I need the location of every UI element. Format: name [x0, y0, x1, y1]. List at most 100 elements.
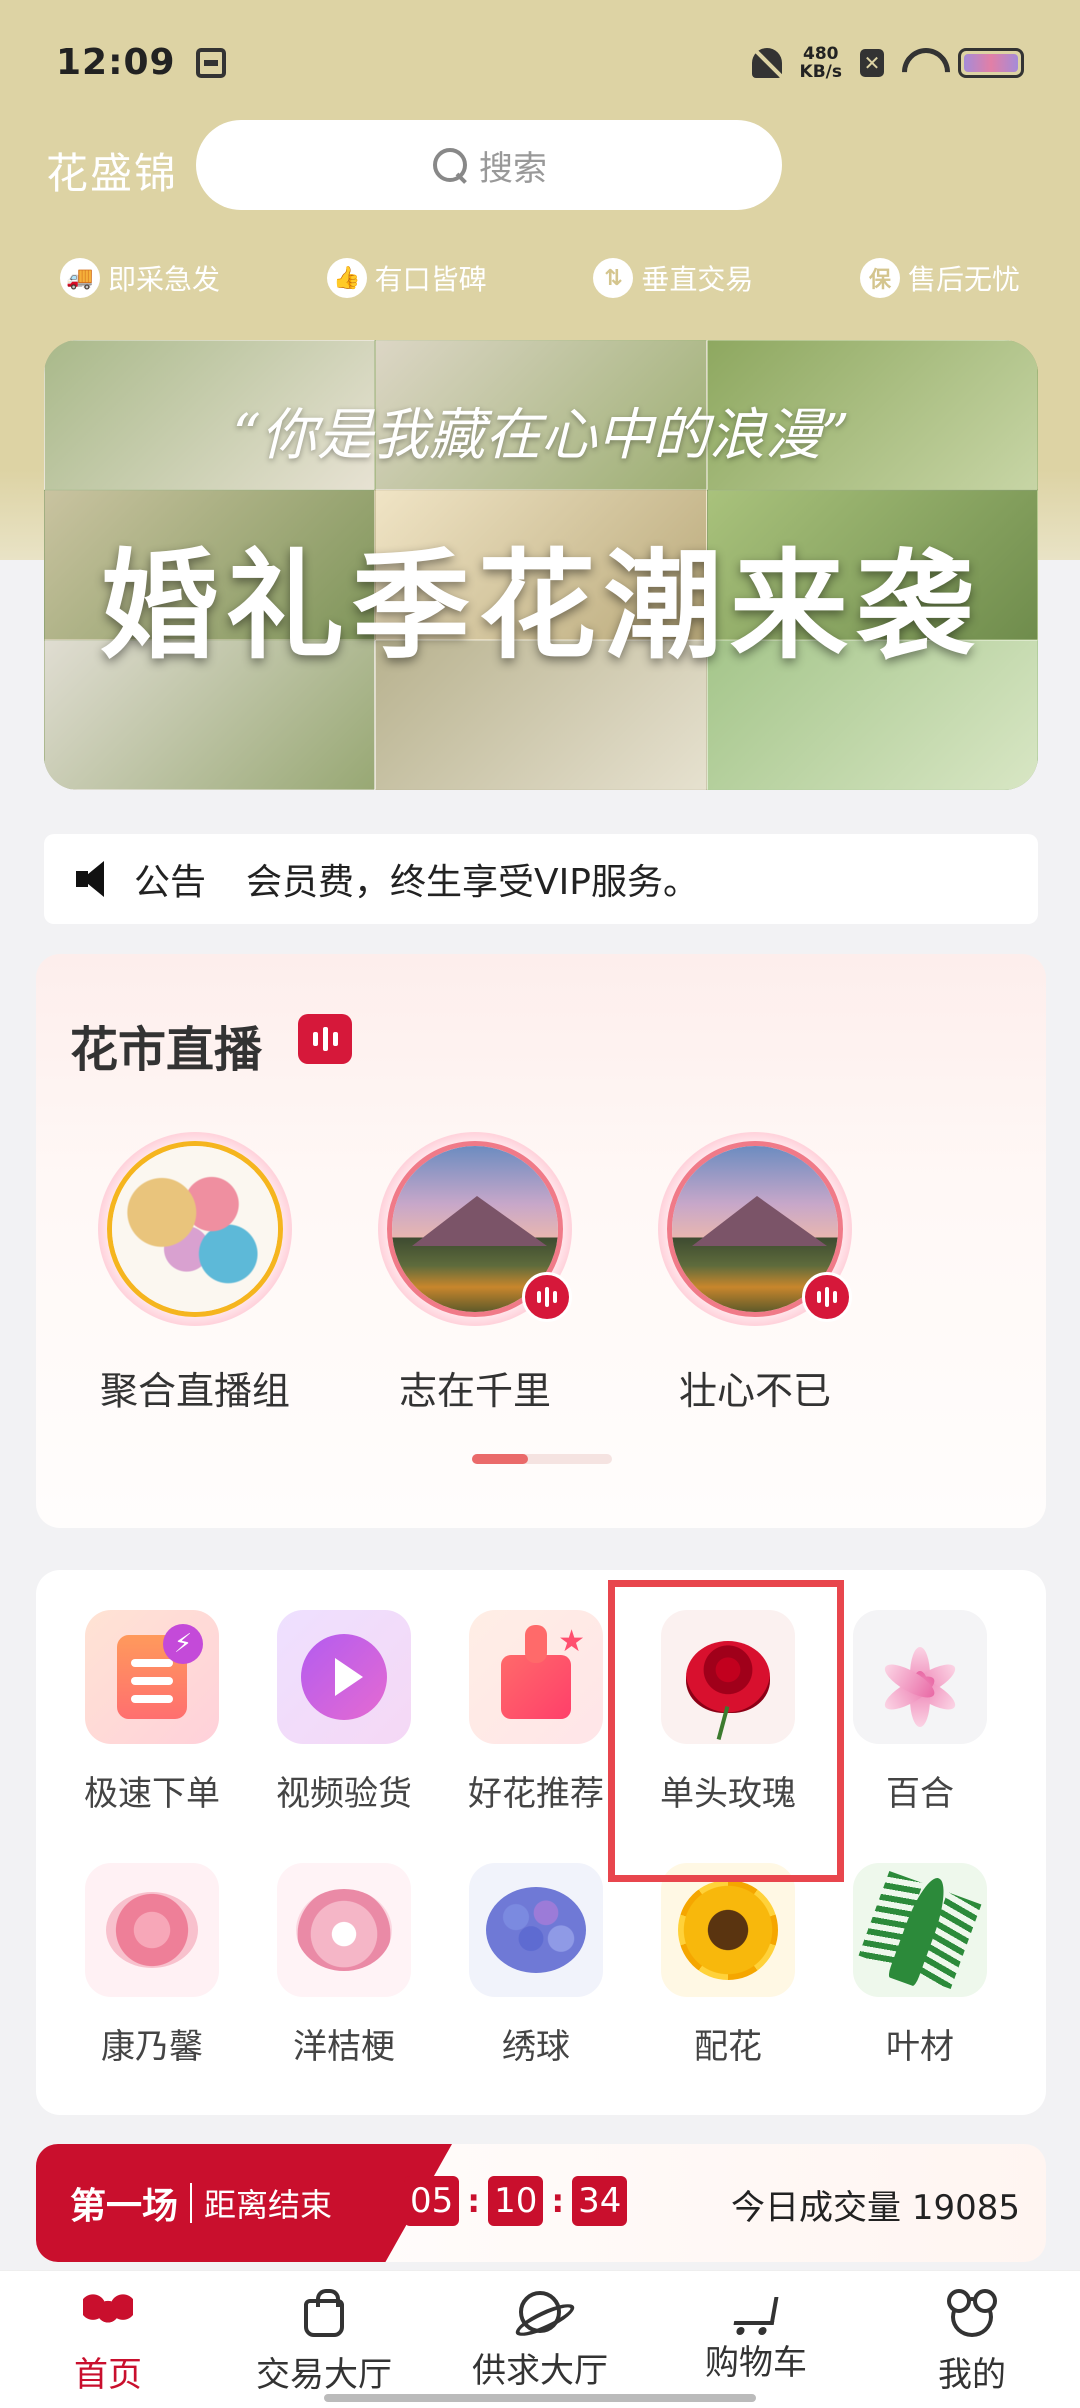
nav-item-home[interactable]: 首页	[0, 2271, 216, 2408]
category-video-inspection[interactable]: 视频验货	[248, 1610, 440, 1815]
carnation-icon	[85, 1863, 219, 1997]
cart-icon	[733, 2297, 779, 2325]
quick-order-icon: ⚡	[85, 1610, 219, 1744]
live-badge-icon	[802, 1272, 852, 1322]
feature-label: 垂直交易	[641, 263, 754, 296]
live-room-name: 志在千里	[398, 1369, 551, 1413]
feature-fast-delivery: 🚚 即采急发	[60, 258, 220, 298]
category-foliage[interactable]: 叶材	[824, 1863, 1016, 2068]
feature-label: 即采急发	[108, 263, 221, 296]
feature-vertical-trade: ⇅ 垂直交易	[593, 258, 753, 298]
video-play-icon	[277, 1610, 411, 1744]
rose-icon	[661, 1610, 795, 1744]
carousel-indicator-active	[472, 1454, 528, 1464]
category-label: 好花推荐	[468, 1774, 604, 1814]
category-label: 配花	[694, 2027, 762, 2067]
category-label: 视频验货	[276, 1774, 412, 1814]
bottom-nav: 首页 交易大厅 供求大厅 购物车 我的	[0, 2270, 1080, 2408]
banner-subtitle: “你是我藏在心中的浪漫”	[232, 403, 850, 468]
planet-icon	[519, 2291, 561, 2333]
divider	[190, 2183, 193, 2223]
promo-banner[interactable]: “你是我藏在心中的浪漫” 婚礼季花潮来袭	[44, 340, 1038, 790]
countdown-minutes: 10	[488, 2176, 544, 2226]
shopping-bag-icon	[304, 2289, 344, 2337]
live-avatar-ring	[658, 1132, 852, 1326]
wifi-icon	[902, 48, 940, 78]
category-eustoma[interactable]: 洋桔梗	[248, 1863, 440, 2068]
daily-volume: 今日成交量 19085	[731, 2188, 1020, 2228]
fern-icon	[853, 1863, 987, 1997]
category-label: 百合	[886, 1774, 954, 1814]
sunflower-icon	[661, 1863, 795, 1997]
nav-label: 购物车	[705, 2343, 807, 2383]
banner-title: 婚礼季花潮来袭	[99, 536, 982, 675]
category-label: 康乃馨	[101, 2027, 203, 2067]
auction-round: 第一场	[70, 2186, 179, 2227]
search-input[interactable]: 搜索	[196, 120, 782, 210]
live-section: 花市直播 聚合直播组 志在千里 壮心不已	[36, 954, 1046, 1528]
avatar	[107, 1141, 283, 1317]
announcement-text: 会员费，终生享受VIP服务。	[246, 862, 699, 903]
eustoma-icon	[277, 1863, 411, 1997]
feature-after-sales: 保 售后无忧	[859, 258, 1020, 298]
countdown-hours: 05	[404, 2176, 460, 2226]
gesture-bar[interactable]	[324, 2394, 756, 2402]
category-label: 极速下单	[84, 1774, 220, 1814]
category-hydrangea[interactable]: 绣球	[440, 1863, 632, 2068]
live-rooms: 聚合直播组 志在千里 壮心不已	[98, 1132, 852, 1415]
feature-label: 售后无忧	[907, 263, 1020, 296]
category-recommended[interactable]: ★ 好花推荐	[440, 1610, 632, 1815]
nav-item-profile[interactable]: 我的	[864, 2271, 1080, 2408]
lily-icon	[853, 1610, 987, 1744]
category-single-rose[interactable]: 单头玫瑰	[632, 1610, 824, 1815]
feature-reputation: 👍 有口皆碑	[326, 258, 487, 298]
announcement-bar[interactable]: 公告 会员费，终生享受VIP服务。	[44, 834, 1038, 924]
nav-label: 首页	[74, 2355, 142, 2395]
vertical-arrows-icon: ⇅	[593, 258, 634, 298]
feature-strip: 🚚 即采急发 👍 有口皆碑 ⇅ 垂直交易 保 售后无忧	[60, 258, 1020, 298]
carousel-indicator	[472, 1454, 612, 1464]
nav-item-cart[interactable]: 购物车	[648, 2271, 864, 2408]
category-carnation[interactable]: 康乃馨	[56, 1863, 248, 2068]
speaker-icon	[74, 857, 118, 901]
auction-round-panel: 第一场 距离结束	[36, 2144, 452, 2262]
category-filler-flowers[interactable]: 配花	[632, 1863, 824, 2068]
category-lily[interactable]: 百合	[824, 1610, 1016, 1815]
brand-name: 花盛锦	[46, 149, 179, 198]
status-time: 12:09	[56, 42, 176, 83]
announcement-label: 公告	[134, 862, 207, 903]
category-label: 洋桔梗	[293, 2027, 395, 2067]
nav-label: 供求大厅	[472, 2351, 608, 2391]
net-speed-value: 480	[803, 43, 839, 64]
category-grid: ⚡ 极速下单 视频验货 ★ 好花推荐 单头玫瑰 百合 康乃馨 洋桔梗 绣球 配花…	[36, 1570, 1046, 2115]
category-label: 叶材	[886, 2027, 954, 2067]
auction-ends-label: 距离结束	[204, 2186, 333, 2224]
live-icon	[298, 1014, 352, 1064]
live-avatar-ring	[98, 1132, 292, 1326]
auction-bar[interactable]: 第一场 距离结束 05 : 10 : 34 今日成交量 19085	[36, 2144, 1046, 2262]
battery-icon	[958, 47, 1024, 78]
truck-icon: 🚚	[60, 258, 100, 298]
feature-label: 有口皆碑	[374, 263, 487, 296]
net-speed-unit: KB/s	[799, 61, 842, 82]
live-avatar-ring	[378, 1132, 572, 1326]
mute-bell-icon	[751, 47, 782, 78]
home-flower-icon	[83, 2291, 133, 2337]
nav-item-trading-hall[interactable]: 交易大厅	[216, 2271, 432, 2408]
calendar-icon	[195, 47, 226, 78]
category-quick-order[interactable]: ⚡ 极速下单	[56, 1610, 248, 1815]
search-placeholder: 搜索	[479, 148, 547, 189]
live-room[interactable]: 壮心不已	[658, 1132, 852, 1415]
countdown-seconds: 34	[572, 2176, 628, 2226]
live-section-title: 花市直播	[70, 1022, 263, 1078]
live-badge-icon	[522, 1272, 572, 1322]
thumbs-up-icon: ★	[469, 1610, 603, 1744]
network-speed: 480 KB/s	[800, 45, 842, 81]
category-label: 单头玫瑰	[660, 1774, 796, 1814]
nav-item-supply-demand[interactable]: 供求大厅	[432, 2271, 648, 2408]
live-room-name: 壮心不已	[678, 1369, 831, 1413]
live-room[interactable]: 志在千里	[378, 1132, 572, 1415]
trophy-icon: 👍	[326, 258, 367, 298]
live-room[interactable]: 聚合直播组	[98, 1132, 292, 1415]
nav-label: 我的	[938, 2355, 1006, 2395]
